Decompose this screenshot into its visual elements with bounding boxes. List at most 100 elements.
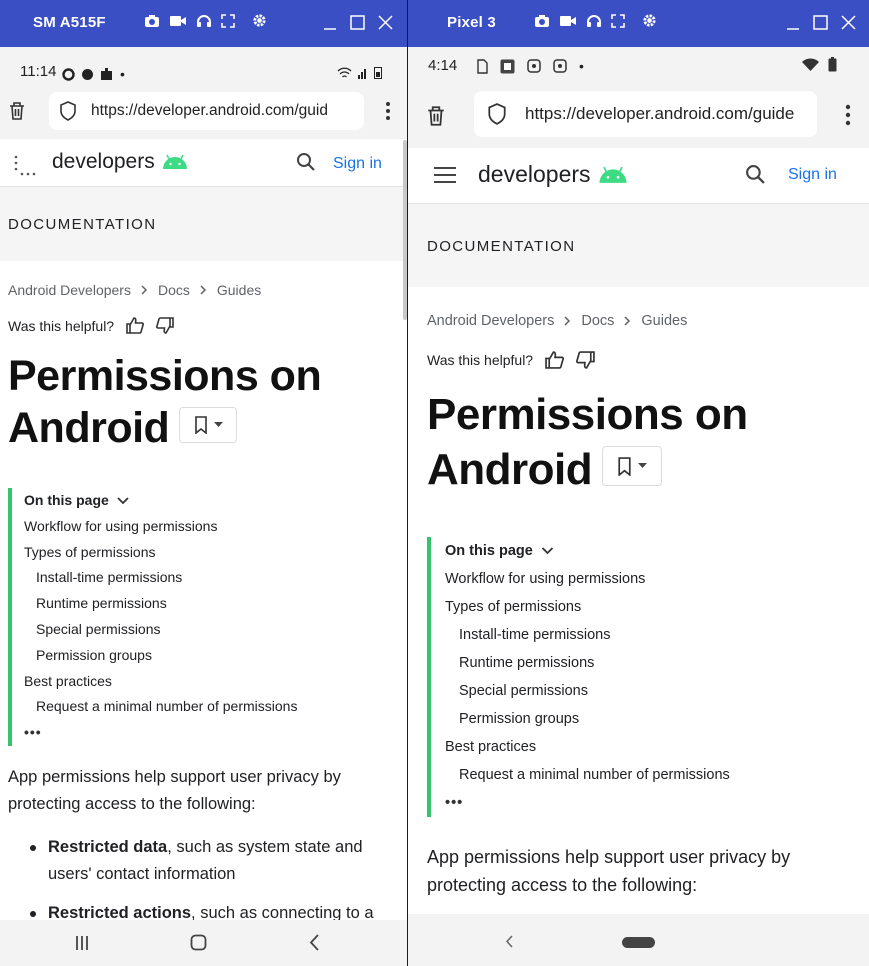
bookmark-button[interactable] [179,406,238,443]
camera-icon[interactable] [534,14,550,28]
breadcrumb: Android Developers Docs Guides [8,282,398,298]
gear-icon[interactable] [642,13,657,28]
chevron-down-icon [638,463,648,469]
back-icon[interactable] [505,935,514,948]
toc-heading[interactable]: On this page [24,488,398,514]
breadcrumb-item[interactable]: Guides [217,282,261,298]
thumb-down-icon[interactable] [576,351,595,369]
toc-item[interactable]: Request a minimal number of permissions [445,761,857,789]
maximize-icon[interactable] [813,12,828,32]
url-text: https://developer.android.com/guide [525,104,795,123]
toc-item[interactable]: Runtime permissions [445,649,857,677]
menu-icon[interactable] [14,154,38,176]
page-title: Permissions on Android [8,350,398,454]
sign-in-link[interactable]: Sign in [333,155,382,173]
app-icon [500,59,515,73]
recents-icon[interactable] [74,935,90,951]
menu-icon[interactable] [434,167,456,183]
breadcrumb-item[interactable]: Guides [641,313,687,329]
camera-icon[interactable] [144,14,160,28]
sync-icon [62,67,75,81]
home-pill[interactable] [622,937,655,948]
toc-item[interactable]: Workflow for using permissions [24,514,398,540]
chevron-down-icon [541,547,553,555]
gear-icon[interactable] [252,13,267,28]
shield-icon[interactable] [487,103,507,125]
toc-item[interactable]: Workflow for using permissions [445,565,857,593]
toc-item[interactable]: Types of permissions [24,540,398,566]
url-field[interactable]: https://developer.android.com/guid [49,92,364,130]
toc-more-button[interactable]: ••• [445,789,857,817]
thumb-down-icon[interactable] [156,317,174,334]
toc-more-button[interactable]: ••• [24,720,398,746]
back-icon[interactable] [309,934,320,951]
site-brand[interactable]: developers [52,150,189,174]
close-icon[interactable] [841,12,856,32]
headphones-icon[interactable] [196,14,212,28]
intro-paragraph: App permissions help support user privac… [8,767,341,813]
article-content: Android Developers Docs Guides Was this … [427,287,857,899]
toc-item[interactable]: Request a minimal number of permissions [24,694,398,720]
video-icon[interactable] [169,14,187,28]
chevron-right-icon [141,285,148,295]
toc-item[interactable]: Special permissions [24,617,398,643]
toc-item[interactable]: Types of permissions [445,593,857,621]
search-icon[interactable] [296,152,316,172]
status-time: 11:14 [20,63,57,80]
fullscreen-icon[interactable] [611,13,625,28]
toc-item[interactable]: Runtime permissions [24,591,398,617]
trash-icon[interactable] [426,105,446,127]
home-icon[interactable] [190,934,207,951]
table-of-contents: On this page Workflow for using permissi… [8,488,398,746]
toc-heading[interactable]: On this page [445,537,857,565]
toc-item[interactable]: Install-time permissions [445,621,857,649]
headphones-icon[interactable] [586,14,602,28]
fullscreen-icon[interactable] [221,13,235,28]
sign-in-link[interactable]: Sign in [788,166,837,184]
title-line-2: Android [427,445,593,494]
more-vert-icon[interactable] [845,104,851,126]
minimize-icon[interactable] [786,12,800,32]
bookmark-button[interactable] [602,446,663,487]
trash-icon[interactable] [8,101,26,121]
site-header: developers Sign in [408,148,869,204]
toc-item[interactable]: Best practices [445,733,857,761]
breadcrumb-item[interactable]: Docs [581,313,614,329]
android-logo-icon [162,154,187,169]
helpful-label: Was this helpful? [8,317,115,334]
more-vert-icon[interactable] [385,101,391,121]
thumb-up-icon[interactable] [545,351,565,369]
shield-icon[interactable] [59,101,77,121]
bookmark-icon [618,457,631,476]
toc-item[interactable]: Special permissions [445,677,857,705]
minimize-icon[interactable] [323,12,337,32]
search-icon[interactable] [745,164,766,185]
video-icon[interactable] [559,14,577,28]
bullet-bold[interactable]: Restricted data [48,838,167,856]
site-brand[interactable]: developers [478,161,629,188]
settings-status-icon [82,68,93,80]
toc-heading-label: On this page [445,543,533,559]
notification-icon [553,59,567,73]
brand-text: developers [478,161,591,187]
documentation-label: DOCUMENTATION [427,238,576,255]
system-navbar [408,914,869,966]
toc-item[interactable]: Permission groups [24,643,398,669]
chevron-right-icon [200,285,206,295]
maximize-icon[interactable] [350,12,365,32]
toc-item[interactable]: Best practices [24,669,398,695]
emulator-window-right: Pixel 3 4:14 • https://developer.android… [408,0,869,966]
breadcrumb-item[interactable]: Android Developers [8,282,131,298]
documentation-label: DOCUMENTATION [8,216,157,233]
toc-item[interactable]: Permission groups [445,705,857,733]
breadcrumb-item[interactable]: Docs [158,282,190,298]
close-icon[interactable] [378,12,393,32]
status-time: 4:14 [428,57,458,74]
url-field[interactable]: https://developer.android.com/guide [474,91,817,137]
notification-icon [527,59,541,73]
toc-item[interactable]: Install-time permissions [24,565,398,591]
article-content: Android Developers Docs Guides Was this … [8,261,398,939]
thumb-up-icon[interactable] [126,317,145,334]
system-navbar [0,920,407,966]
breadcrumb-item[interactable]: Android Developers [427,313,554,329]
